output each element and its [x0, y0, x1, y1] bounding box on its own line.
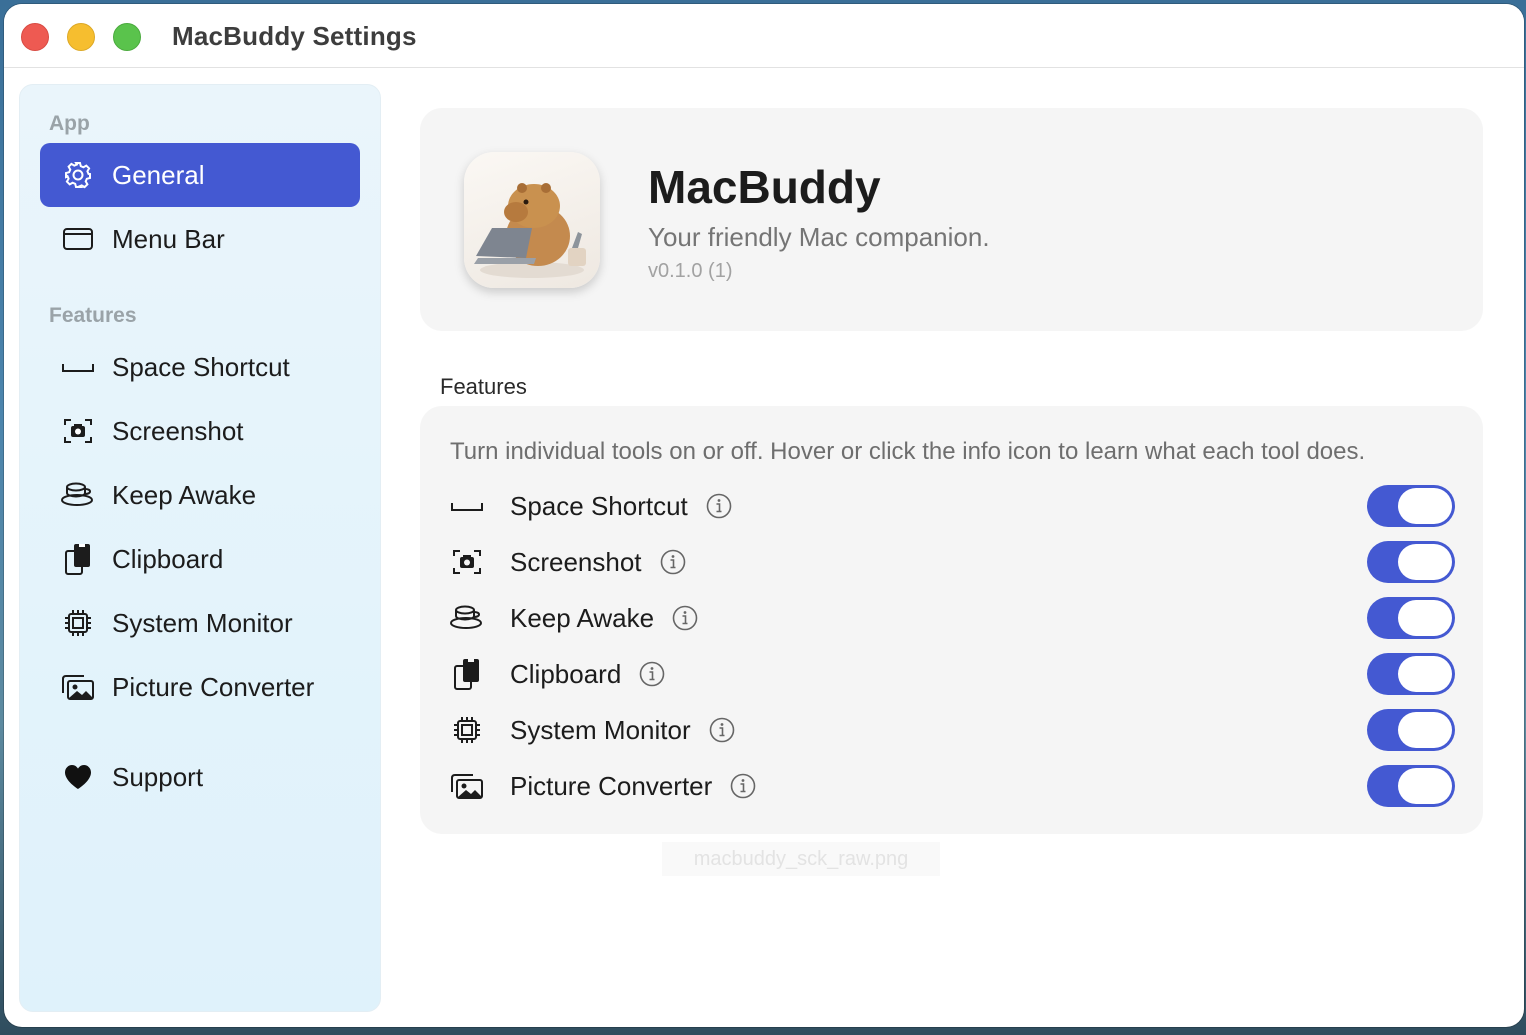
toggle-knob	[1398, 600, 1452, 636]
heart-icon	[60, 759, 96, 795]
close-button[interactable]	[21, 23, 49, 51]
cup-icon	[60, 477, 96, 513]
sidebar-item-label: General	[112, 159, 205, 190]
app-info-card: MacBuddy Your friendly Mac companion. v0…	[420, 108, 1483, 331]
keep-awake-toggle[interactable]	[1367, 597, 1455, 639]
sidebar-item-screenshot[interactable]: Screenshot	[40, 399, 360, 463]
features-description: Turn individual tools on or off. Hover o…	[450, 438, 1366, 465]
clipboard-icon	[60, 541, 96, 577]
info-icon[interactable]	[660, 549, 686, 575]
space-key-icon	[450, 489, 484, 523]
feature-row-picture-converter: Picture Converter	[450, 764, 1455, 808]
zoom-button[interactable]	[113, 23, 141, 51]
system-monitor-toggle[interactable]	[1367, 709, 1455, 751]
clipboard-toggle[interactable]	[1367, 653, 1455, 695]
sidebar-item-support[interactable]: Support	[40, 745, 360, 809]
photos-icon	[450, 769, 484, 803]
sidebar-section-app: App	[49, 112, 90, 135]
feature-label: Screenshot	[510, 546, 642, 577]
window-icon	[60, 221, 96, 257]
toggle-knob	[1398, 712, 1452, 748]
feature-label: System Monitor	[510, 714, 691, 745]
cpu-icon	[450, 713, 484, 747]
app-version: v0.1.0 (1)	[648, 260, 733, 282]
sidebar-item-label: Screenshot	[112, 415, 244, 446]
window-title: MacBuddy Settings	[172, 21, 417, 51]
screenshot-toggle[interactable]	[1367, 541, 1455, 583]
info-icon[interactable]	[639, 661, 665, 687]
sidebar-item-label: Keep Awake	[112, 479, 257, 510]
camera-viewfinder-icon	[60, 413, 96, 449]
clipboard-icon	[450, 657, 484, 691]
info-icon[interactable]	[672, 605, 698, 631]
app-name: MacBuddy	[648, 161, 881, 213]
app-icon	[464, 152, 600, 288]
sidebar-item-system-monitor[interactable]: System Monitor	[40, 591, 360, 655]
title-bar: MacBuddy Settings	[4, 4, 1524, 68]
feature-row-screenshot: Screenshot	[450, 540, 1455, 584]
features-card: Turn individual tools on or off. Hover o…	[420, 406, 1483, 834]
sidebar-section-features: Features	[49, 304, 137, 327]
space-shortcut-toggle[interactable]	[1367, 485, 1455, 527]
sidebar-item-label: System Monitor	[112, 607, 293, 638]
feature-row-system-monitor: System Monitor	[450, 708, 1455, 752]
photos-icon	[60, 669, 96, 705]
settings-window: MacBuddy Settings App General Menu Bar F…	[4, 4, 1524, 1027]
sidebar-item-label: Picture Converter	[112, 671, 315, 702]
app-tagline: Your friendly Mac companion.	[648, 222, 990, 252]
feature-row-keep-awake: Keep Awake	[450, 596, 1455, 640]
minimize-button[interactable]	[67, 23, 95, 51]
feature-row-clipboard: Clipboard	[450, 652, 1455, 696]
toggle-knob	[1398, 488, 1452, 524]
sidebar-item-keep-awake[interactable]: Keep Awake	[40, 463, 360, 527]
info-icon[interactable]	[706, 493, 732, 519]
toggle-knob	[1398, 656, 1452, 692]
toggle-knob	[1398, 768, 1452, 804]
sidebar-item-label: Menu Bar	[112, 223, 225, 254]
sidebar-item-clipboard[interactable]: Clipboard	[40, 527, 360, 591]
sidebar-item-menu-bar[interactable]: Menu Bar	[40, 207, 360, 271]
feature-row-space-shortcut: Space Shortcut	[450, 484, 1455, 528]
features-heading: Features	[440, 374, 527, 399]
feature-label: Clipboard	[510, 658, 622, 689]
feature-label: Space Shortcut	[510, 490, 688, 521]
gear-icon	[60, 157, 96, 193]
sidebar-item-general[interactable]: General	[40, 143, 360, 207]
filename-watermark: macbuddy_sck_raw.png	[662, 842, 940, 876]
sidebar-item-label: Space Shortcut	[112, 351, 290, 382]
space-key-icon	[60, 349, 96, 385]
info-icon[interactable]	[709, 717, 735, 743]
feature-label: Keep Awake	[510, 602, 655, 633]
sidebar-item-label: Support	[112, 761, 204, 792]
cup-icon	[450, 601, 484, 635]
sidebar-item-label: Clipboard	[112, 543, 224, 574]
picture-converter-toggle[interactable]	[1367, 765, 1455, 807]
sidebar-item-space-shortcut[interactable]: Space Shortcut	[40, 335, 360, 399]
sidebar: App General Menu Bar Features Space Shor…	[19, 84, 381, 1012]
feature-label: Picture Converter	[510, 770, 713, 801]
sidebar-item-picture-converter[interactable]: Picture Converter	[40, 655, 360, 719]
camera-viewfinder-icon	[450, 545, 484, 579]
info-icon[interactable]	[730, 773, 756, 799]
cpu-icon	[60, 605, 96, 641]
toggle-knob	[1398, 544, 1452, 580]
